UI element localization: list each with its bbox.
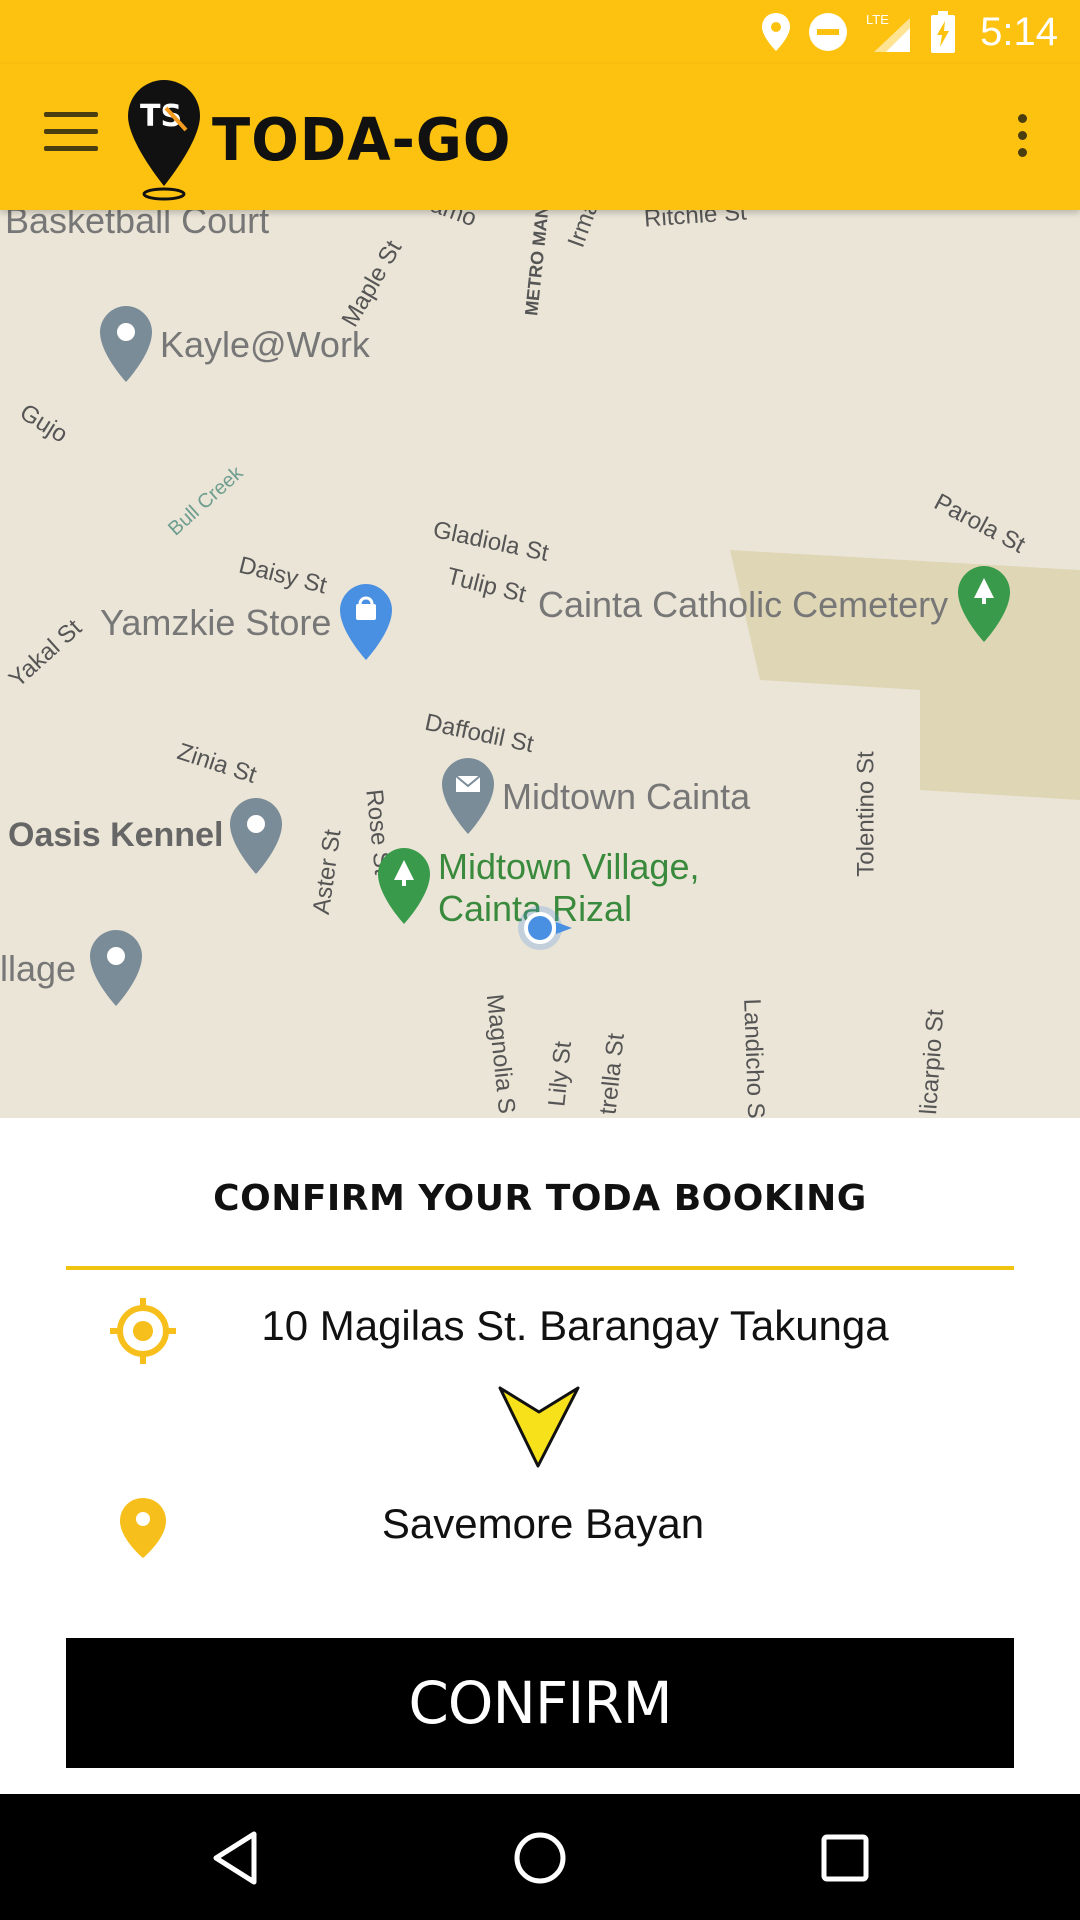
village-pin-icon[interactable] [90, 930, 142, 1006]
system-nav-bar [0, 1794, 1080, 1920]
origin-address[interactable]: 10 Magilas St. Barangay Takunga [200, 1302, 950, 1350]
kayle-work-pin-icon[interactable] [100, 306, 152, 382]
map-label-midtown-village: Midtown Village, [438, 846, 700, 887]
back-icon[interactable] [210, 1830, 260, 1886]
overflow-menu-icon[interactable] [1010, 114, 1034, 162]
do-not-disturb-icon [809, 13, 848, 51]
divider [66, 1266, 1014, 1270]
clock: 5:14 [980, 9, 1058, 54]
logo-pin-icon: TS [128, 80, 200, 201]
destination-address[interactable]: Savemore Bayan [200, 1500, 886, 1548]
oasis-kennel-pin-icon[interactable] [230, 798, 282, 874]
map-label-yamzkie-store: Yamzkie Store [100, 602, 332, 643]
park-pin-icon[interactable] [958, 566, 1010, 642]
map-label-tolentino-st: Tolentino St [852, 751, 880, 877]
map-label-landicho-st: Landicho St [738, 998, 770, 1120]
location-icon [762, 13, 791, 51]
battery-charging-icon [931, 11, 956, 53]
booking-title: CONFIRM YOUR TODA BOOKING [213, 1178, 867, 1219]
map-label-cainta-catholic-cemetery: Cainta Catholic Cemetery [538, 584, 949, 625]
booking-panel: CONFIRM YOUR TODA BOOKING 10 Magilas St.… [0, 1118, 1080, 1794]
confirm-button[interactable]: CONFIRM [66, 1638, 1014, 1768]
recents-icon[interactable] [820, 1830, 870, 1886]
shopping-bag-pin-icon[interactable] [340, 584, 392, 660]
map-view[interactable]: Basketball Court amo Maple St METRO MAN … [0, 210, 1080, 1120]
map-label-basketball-court: Basketball Court [5, 210, 270, 241]
home-icon[interactable] [512, 1830, 568, 1886]
map-label-oasis-kennel: Oasis Kennel [8, 816, 224, 854]
destination-pin-icon [120, 1498, 166, 1558]
midtown-village-park-pin-icon[interactable] [378, 848, 430, 924]
origin-location-icon [110, 1298, 176, 1364]
map-label-kayle-work: Kayle@Work [160, 324, 370, 365]
current-location-icon[interactable] [510, 900, 580, 956]
direction-arrow-icon [498, 1386, 580, 1468]
map-label-village: llage [0, 948, 77, 989]
map-label-midtown-cainta: Midtown Cainta [502, 776, 751, 817]
mail-pin-icon[interactable] [442, 758, 494, 834]
app-title: TODA-GO [212, 106, 512, 175]
app-bar: TS TODA-GO [0, 64, 1080, 210]
hamburger-menu-icon[interactable] [44, 112, 98, 152]
status-bar: LTE 5:14 [0, 0, 1080, 64]
network-label: LTE [866, 12, 889, 27]
signal-icon: LTE [866, 12, 911, 52]
